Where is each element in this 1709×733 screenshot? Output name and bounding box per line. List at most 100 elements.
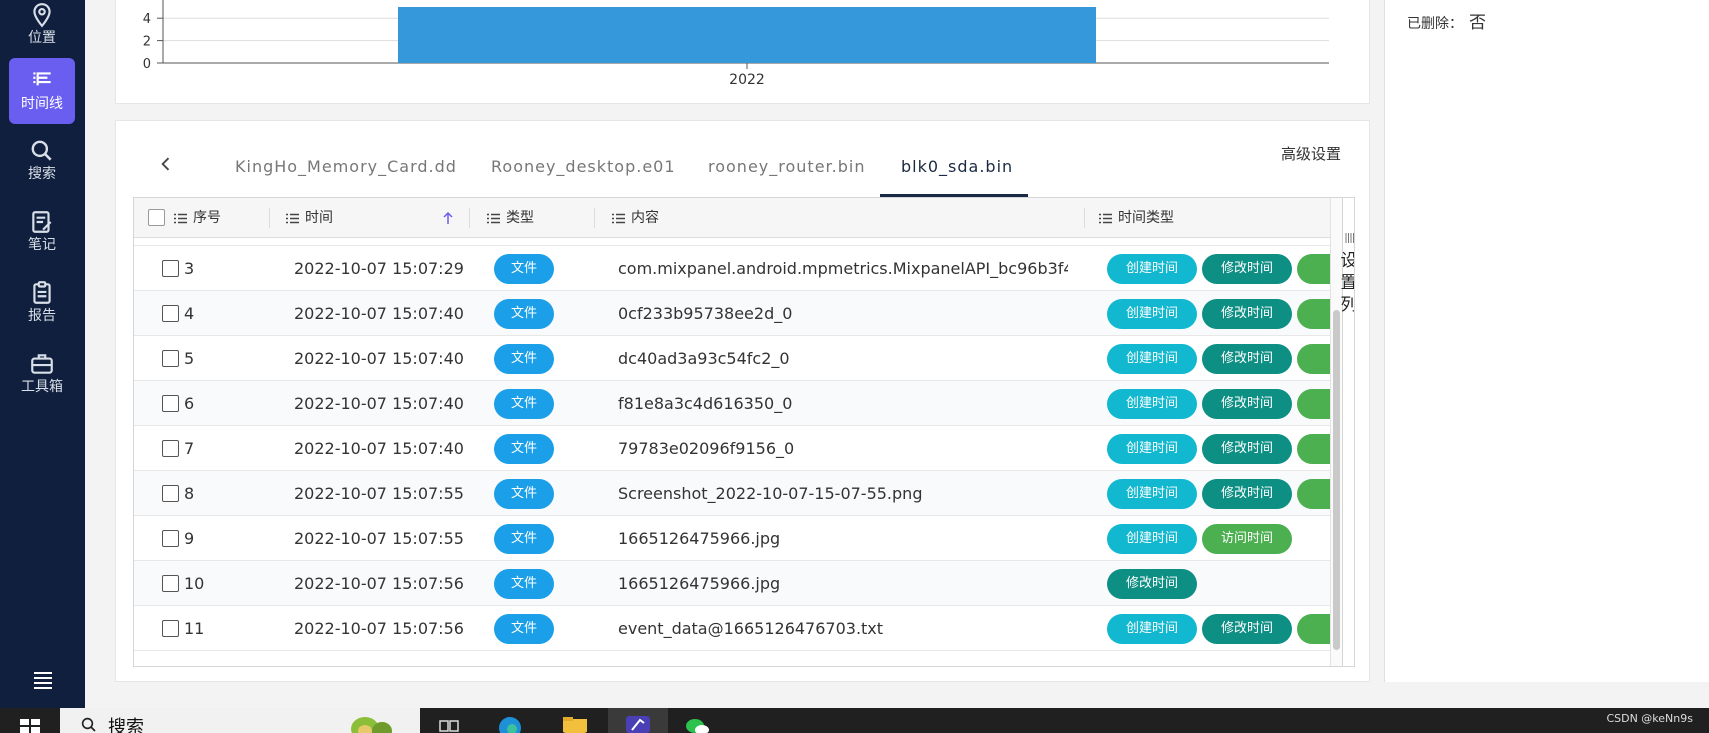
sidebar-item-toolbox[interactable]: 工具箱 xyxy=(9,341,75,407)
type-badge: 文件 xyxy=(494,254,554,284)
table-row[interactable]: 4 2022-10-07 15:07:40 文件 0cf233b95738ee2d_0… xyxy=(134,291,1354,336)
row-index: 5 xyxy=(184,349,195,368)
row-time: 2022-10-07 15:07:55 xyxy=(294,529,464,548)
set-columns-button[interactable]: 设置列 xyxy=(1341,198,1354,666)
table-row[interactable]: 6 2022-10-07 15:07:40 文件 f81e8a3c4d616350_0… xyxy=(134,381,1354,426)
table-row[interactable]: 7 2022-10-07 15:07:40 文件 79783e02096f9156_0… xyxy=(134,426,1354,471)
row-index: 10 xyxy=(184,574,205,593)
column-header-index[interactable]: 序号 xyxy=(174,198,221,238)
time-type-badge: 创建时间 xyxy=(1107,524,1197,554)
row-time: 2022-10-07 15:07:40 xyxy=(294,439,464,458)
sidebar-item-label: 时间线 xyxy=(21,96,63,112)
note-icon xyxy=(32,211,52,233)
search-icon xyxy=(31,140,52,161)
hamburger-menu-icon[interactable] xyxy=(31,668,55,692)
row-checkbox[interactable] xyxy=(162,575,179,592)
column-menu-icon xyxy=(612,213,625,223)
clipboard-icon xyxy=(33,281,51,304)
row-content: com.mixpanel.android.mpmetrics.MixpanelA… xyxy=(618,259,1068,278)
deleted-value: 否 xyxy=(1469,13,1486,33)
sidebar-item-notes[interactable]: 笔记 xyxy=(9,199,75,265)
table-row[interactable]: 5 2022-10-07 15:07:40 文件 dc40ad3a93c54fc2_0… xyxy=(134,336,1354,381)
time-type-badge: 创建时间 xyxy=(1107,434,1197,464)
column-header-time-type[interactable]: 时间类型 xyxy=(1099,198,1174,238)
type-badge: 文件 xyxy=(494,299,554,329)
chevron-left-icon[interactable] xyxy=(156,154,176,174)
row-checkbox[interactable] xyxy=(162,485,179,502)
row-content: f81e8a3c4d616350_0 xyxy=(618,394,793,413)
row-index: 6 xyxy=(184,394,195,413)
column-menu-icon xyxy=(286,213,299,223)
tab-rooney-desktop[interactable]: Rooney_desktop.e01 xyxy=(491,157,676,176)
time-type-badge: 修改时间 xyxy=(1202,614,1292,644)
type-badge: 文件 xyxy=(494,614,554,644)
table-row[interactable]: 9 2022-10-07 15:07:55 文件 1665126475966.jpg 创… xyxy=(134,516,1330,561)
column-divider[interactable] xyxy=(469,208,470,228)
row-index: 8 xyxy=(184,484,195,503)
time-type-badge: 访问时间 xyxy=(1202,524,1292,554)
timeline-icon xyxy=(33,72,51,86)
sidebar-item-search[interactable]: 搜索 xyxy=(9,128,75,194)
task-view-icon[interactable] xyxy=(436,714,462,733)
sidebar: 位置 时间线 搜索 笔记 报告 工具箱 xyxy=(0,0,85,708)
active-app-highlight[interactable] xyxy=(608,708,668,733)
table-row[interactable]: 3 2022-10-07 15:07:29 文件 com.mixpanel.andro… xyxy=(134,246,1354,291)
table-row[interactable]: 10 2022-10-07 15:07:56 文件 1665126475966.jpg… xyxy=(134,561,1330,606)
taskbar-search-box[interactable]: 搜索 xyxy=(60,708,420,733)
type-badge: 文件 xyxy=(494,344,554,374)
x-tick-label: 2022 xyxy=(729,72,765,88)
table-row[interactable]: 11 2022-10-07 15:07:56 文件 event_data@166512… xyxy=(134,606,1354,651)
select-all-checkbox[interactable] xyxy=(148,209,165,226)
windows-start-icon[interactable] xyxy=(20,719,40,733)
time-type-badge: 修改时间 xyxy=(1202,254,1292,284)
csdn-watermark: CSDN @keNn9s xyxy=(1606,712,1693,725)
scrollbar-thumb[interactable] xyxy=(1333,310,1340,650)
column-divider[interactable] xyxy=(594,208,595,228)
advanced-settings-button[interactable]: 高级设置 xyxy=(1281,143,1341,164)
column-divider[interactable] xyxy=(269,208,270,228)
sidebar-item-label: 报告 xyxy=(28,308,56,324)
y-tick-label: 0 xyxy=(143,57,151,72)
column-divider[interactable] xyxy=(1084,208,1085,228)
row-checkbox[interactable] xyxy=(162,305,179,322)
sidebar-item-label: 搜索 xyxy=(28,166,56,182)
row-time: 2022-10-07 15:07:40 xyxy=(294,394,464,413)
sort-ascending-icon[interactable] xyxy=(442,211,454,225)
tab-blk0-sda[interactable]: blk0_sda.bin xyxy=(901,157,1013,176)
type-badge: 文件 xyxy=(494,479,554,509)
tab-kingho-memory-card[interactable]: KingHo_Memory_Card.dd xyxy=(235,157,457,176)
time-type-badge: 修改时间 xyxy=(1202,479,1292,509)
sidebar-item-label: 笔记 xyxy=(28,237,56,253)
sidebar-item-label: 位置 xyxy=(28,30,56,46)
sidebar-item-label: 工具箱 xyxy=(21,379,63,395)
column-header-type[interactable]: 类型 xyxy=(487,198,534,238)
tab-rooney-router[interactable]: rooney_router.bin xyxy=(708,157,865,176)
column-menu-icon xyxy=(1099,213,1112,223)
sidebar-item-report[interactable]: 报告 xyxy=(9,270,75,336)
sidebar-item-timeline[interactable]: 时间线 xyxy=(9,58,75,124)
wechat-icon[interactable] xyxy=(684,714,710,733)
row-checkbox[interactable] xyxy=(162,530,179,547)
row-checkbox[interactable] xyxy=(162,395,179,412)
row-index: 4 xyxy=(184,304,195,323)
os-taskbar: 搜索 CSDN @keNn9s xyxy=(0,708,1709,733)
table-row[interactable]: 8 2022-10-07 15:07:55 文件 Screenshot_2022-10… xyxy=(134,471,1354,516)
deleted-field: 已删除： 否 xyxy=(1407,8,1486,33)
row-index: 11 xyxy=(184,619,205,638)
taskbar-search-text: 搜索 xyxy=(108,717,144,733)
table-header: 序号 时间 类型 内容 时间类型 xyxy=(134,198,1330,238)
row-checkbox[interactable] xyxy=(162,440,179,457)
row-checkbox[interactable] xyxy=(162,620,179,637)
column-header-content[interactable]: 内容 xyxy=(612,198,659,238)
time-type-badge: 修改时间 xyxy=(1202,389,1292,419)
row-time: 2022-10-07 15:07:40 xyxy=(294,304,464,323)
row-checkbox[interactable] xyxy=(162,260,179,277)
row-checkbox[interactable] xyxy=(162,350,179,367)
row-time: 2022-10-07 15:07:56 xyxy=(294,619,464,638)
file-explorer-icon[interactable] xyxy=(562,714,588,733)
column-menu-icon xyxy=(487,213,500,223)
edge-browser-icon[interactable] xyxy=(497,714,523,733)
column-header-time[interactable]: 时间 xyxy=(286,198,333,238)
y-tick-label: 4 xyxy=(143,12,151,27)
sidebar-item-location[interactable]: 位置 xyxy=(9,0,75,58)
